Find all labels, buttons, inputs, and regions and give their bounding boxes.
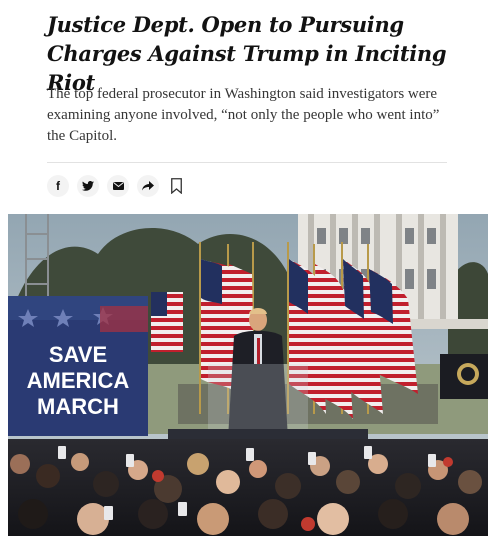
sign-text-save: SAVE — [49, 342, 107, 367]
sign-text-march: MARCH — [37, 394, 119, 419]
twitter-icon — [82, 181, 94, 191]
sign-text-america: AMERICA — [27, 368, 130, 393]
facebook-icon: f — [56, 179, 60, 193]
share-arrow-icon — [142, 181, 154, 191]
share-toolbar: f — [47, 175, 185, 197]
share-button[interactable] — [137, 175, 159, 197]
article-summary: The top federal prosecutor in Washington… — [47, 86, 440, 144]
twitter-button[interactable] — [77, 175, 99, 197]
article-photo: SAVE AMERICA MARCH — [8, 214, 488, 536]
email-button[interactable] — [107, 175, 129, 197]
divider — [47, 162, 447, 163]
bookmark-icon — [170, 178, 182, 194]
facebook-button[interactable]: f — [47, 175, 69, 197]
bookmark-button[interactable] — [167, 175, 185, 197]
email-icon — [112, 182, 124, 190]
